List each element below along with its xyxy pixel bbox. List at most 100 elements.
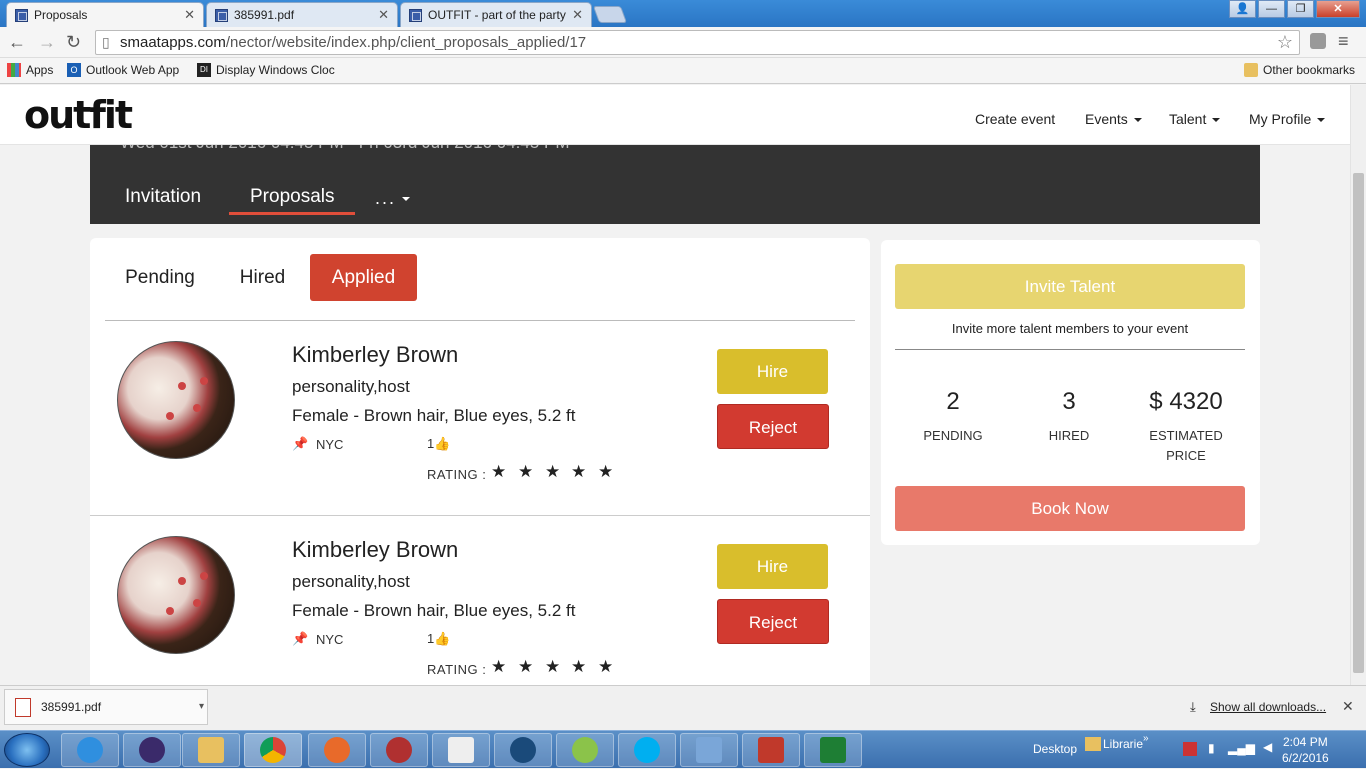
extension-icon[interactable] <box>1310 33 1326 49</box>
folder-icon <box>1244 63 1258 77</box>
bookmark-label: Outlook Web App <box>86 63 180 77</box>
chevron-down-icon <box>1133 118 1142 123</box>
nav-create-event[interactable]: Create event <box>975 111 1055 127</box>
pdf-file-icon <box>15 698 31 717</box>
pin-icon: 📌 <box>292 631 309 646</box>
forward-icon[interactable]: → <box>38 32 56 53</box>
chevron-down-icon[interactable]: ▾ <box>199 690 204 724</box>
close-download-bar-icon[interactable]: ✕ <box>1342 698 1354 715</box>
control-panel-taskbar-button[interactable] <box>680 733 738 767</box>
explorer-taskbar-button[interactable] <box>182 733 240 767</box>
browser-tab-outfit[interactable]: OUTFIT - part of the party ✕ <box>400 2 592 27</box>
bookmark-apps[interactable]: Apps <box>7 63 53 77</box>
talent-description: Female - Brown hair, Blue eyes, 5.2 ft <box>292 406 576 425</box>
url-input[interactable]: ▯ smaatapps.com/nector/website/index.php… <box>95 30 1300 55</box>
rating-star-icon: ★ <box>545 657 561 676</box>
filter-pending[interactable]: Pending <box>110 254 210 301</box>
clock[interactable]: 2:04 PM 6/2/2016 <box>1282 734 1329 766</box>
stat-value: 3 <box>1062 388 1076 415</box>
start-button[interactable] <box>4 733 50 767</box>
talent-name[interactable]: Kimberley Brown <box>292 537 458 563</box>
avatar[interactable] <box>117 536 235 654</box>
hire-button[interactable]: Hire <box>717 544 828 589</box>
browser-tab-proposals[interactable]: Proposals ✕ <box>6 2 204 27</box>
acrobat-taskbar-button[interactable] <box>742 733 800 767</box>
reload-icon[interactable]: ↻ <box>66 32 81 53</box>
download-item[interactable]: 385991.pdf ▾ <box>4 689 208 725</box>
network-icon[interactable]: ▂▄▆ <box>1228 741 1255 755</box>
minimize-button[interactable]: — <box>1258 0 1285 18</box>
tray-device-icon[interactable]: ▮ <box>1208 741 1215 755</box>
ie-taskbar-button[interactable] <box>61 733 119 767</box>
reject-button[interactable]: Reject <box>717 404 829 449</box>
avatar[interactable] <box>117 341 235 459</box>
sourcetree-icon <box>510 737 536 763</box>
bookmark-star-icon[interactable]: ☆ <box>1277 31 1293 54</box>
filter-hired[interactable]: Hired <box>220 254 305 301</box>
media-taskbar-button[interactable] <box>370 733 428 767</box>
download-filename: 385991.pdf <box>41 700 102 714</box>
hire-button[interactable]: Hire <box>717 349 828 394</box>
nav-label: Events <box>1085 111 1128 127</box>
skype-taskbar-button[interactable] <box>618 733 676 767</box>
chrome-taskbar-button[interactable] <box>244 733 302 767</box>
menu-icon[interactable]: ≡ <box>1338 31 1349 52</box>
volume-icon[interactable]: ◀ <box>1263 740 1272 754</box>
close-tab-icon[interactable]: ✕ <box>184 7 195 23</box>
filter-applied[interactable]: Applied <box>310 254 417 301</box>
address-bar-row: ← → ↻ ▯ smaatapps.com/nector/website/ind… <box>0 27 1366 58</box>
tray-app-icon[interactable] <box>1183 742 1197 756</box>
close-window-button[interactable]: ✕ <box>1316 0 1360 18</box>
sourcetree-taskbar-button[interactable] <box>494 733 552 767</box>
scrollbar-thumb[interactable] <box>1353 173 1364 673</box>
tab-proposals[interactable]: Proposals <box>250 186 335 208</box>
url-domain: smaatapps.com <box>120 34 226 51</box>
chart-app-icon <box>448 737 474 763</box>
tab-invitation[interactable]: Invitation <box>125 186 201 208</box>
nav-events[interactable]: Events <box>1085 111 1142 127</box>
show-all-downloads-link[interactable]: Show all downloads... <box>1210 700 1326 714</box>
outfit-logo[interactable]: outfit <box>24 93 133 137</box>
page-scrollbar[interactable] <box>1350 85 1366 685</box>
close-tab-icon[interactable]: ✕ <box>378 7 389 23</box>
chevron-down-icon <box>402 197 411 202</box>
more-tabs-dropdown[interactable]: ... <box>375 188 411 209</box>
talent-name[interactable]: Kimberley Brown <box>292 342 458 368</box>
user-icon[interactable]: 👤 <box>1229 0 1256 18</box>
app-taskbar-button[interactable] <box>308 733 366 767</box>
nav-talent[interactable]: Talent <box>1169 111 1221 127</box>
talent-description: Female - Brown hair, Blue eyes, 5.2 ft <box>292 601 576 620</box>
excel-taskbar-button[interactable] <box>804 733 862 767</box>
invite-description: Invite more talent members to your event <box>951 321 1189 336</box>
book-now-button[interactable]: Book Now <box>895 486 1245 531</box>
close-tab-icon[interactable]: ✕ <box>572 7 583 23</box>
chrome-icon <box>260 737 286 763</box>
maximize-button[interactable]: ❐ <box>1287 0 1314 18</box>
invite-talent-button[interactable]: Invite Talent <box>895 264 1245 309</box>
control-panel-icon <box>696 737 722 763</box>
bookmark-outlook[interactable]: O Outlook Web App <box>67 63 179 77</box>
tab-title: 385991.pdf <box>234 8 295 22</box>
rating-star-icon: ★ <box>491 657 507 676</box>
browser-tab-pdf[interactable]: 385991.pdf ✕ <box>206 2 398 27</box>
reject-button[interactable]: Reject <box>717 599 829 644</box>
nav-my-profile[interactable]: My Profile <box>1249 111 1326 127</box>
eclipse-taskbar-button[interactable] <box>123 733 181 767</box>
skype-icon <box>634 737 660 763</box>
expand-icon[interactable]: » <box>1143 733 1149 744</box>
clock-date: 6/2/2016 <box>1282 751 1329 765</box>
ie-icon <box>77 737 103 763</box>
new-tab-button[interactable] <box>592 6 628 23</box>
acrobat-icon <box>758 737 784 763</box>
chart-taskbar-button[interactable] <box>432 733 490 767</box>
page-info-icon[interactable]: ▯ <box>102 31 110 54</box>
bookmark-other[interactable]: Other bookmarks <box>1244 63 1355 77</box>
back-icon[interactable]: ← <box>8 32 26 53</box>
desktop-toolbar[interactable]: Desktop <box>1033 742 1077 756</box>
bookmark-display-clock[interactable]: DI Display Windows Cloc <box>197 63 335 77</box>
android-studio-taskbar-button[interactable] <box>556 733 614 767</box>
rating-star-icon: ★ <box>571 462 587 481</box>
download-icon: ⤓ <box>1190 699 1196 714</box>
android-studio-icon <box>572 737 598 763</box>
libraries-toolbar[interactable]: Librarie <box>1103 737 1143 751</box>
